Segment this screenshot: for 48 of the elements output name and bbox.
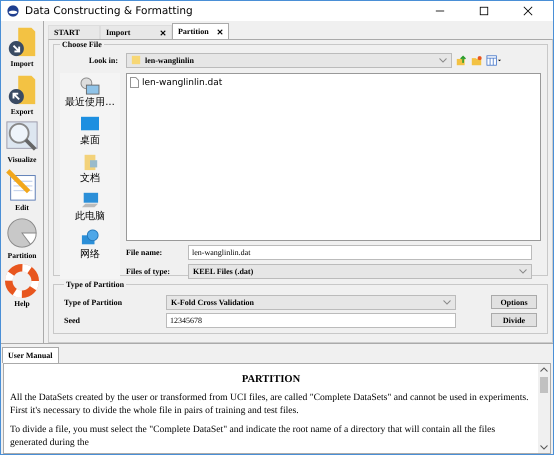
divide-button[interactable]: Divide (491, 313, 537, 327)
manual-paragraph: To divide a file, you must select the "Complete DataSet" and indicate the root name of a directory that will contain all the files generated during the (10, 423, 496, 449)
desktop-icon (79, 115, 101, 133)
options-button[interactable]: Options (491, 295, 537, 309)
place-item[interactable]: 网络 (79, 229, 101, 261)
folder-icon (131, 55, 141, 65)
maximize-icon[interactable] (479, 6, 489, 16)
tab[interactable]: Import (100, 25, 172, 39)
seed-field[interactable]: 12345678 (166, 312, 456, 328)
scroll-up-icon[interactable] (540, 367, 548, 372)
manual-paragraph: All the DataSets created by the user or transformed from UCI files, are called "Complete DataSets" and cannot be used in experiments. First it's necessary to divide the whole file in pairs of training and test files. (10, 391, 530, 417)
place-item[interactable]: 此电脑 (75, 191, 105, 223)
app-logo-icon (7, 5, 19, 17)
view-menu-icon[interactable] (486, 54, 502, 66)
file-item[interactable]: len-wanglinlin.dat (130, 77, 537, 88)
place-item[interactable]: 桌面 (79, 115, 101, 147)
chevron-down-icon (519, 269, 527, 274)
tab[interactable]: Partition (172, 23, 229, 39)
file-type-dropdown[interactable]: KEEL Files (.dat) (188, 264, 532, 279)
group-title: Choose File (61, 40, 103, 49)
window-title: Data Constructing & Formatting (25, 5, 193, 17)
partition-type-dropdown[interactable]: K-Fold Cross Validation (166, 294, 456, 310)
globe-monitor-icon (79, 229, 101, 247)
folder-up-icon[interactable] (456, 54, 467, 66)
lifebuoy-icon (5, 263, 39, 299)
field-label: Look in: (88, 56, 118, 64)
close-icon[interactable] (523, 6, 533, 16)
place-item[interactable]: 文档 (79, 153, 101, 185)
close-icon[interactable] (216, 28, 223, 34)
field-label: File name: (126, 248, 164, 257)
chevron-down-icon (443, 300, 451, 304)
group-title: Type of Partition (65, 280, 126, 289)
file-icon (130, 77, 139, 88)
close-icon[interactable] (160, 30, 166, 36)
new-folder-icon[interactable] (471, 54, 482, 66)
file-name-field[interactable]: len-wanglinlin.dat (188, 245, 532, 260)
scroll-thumb[interactable] (540, 377, 548, 393)
folder-dropdown[interactable]: len-wanglinlin (126, 52, 452, 68)
chevron-down-icon (439, 58, 447, 62)
tab[interactable]: User Manual (2, 347, 59, 363)
place-item[interactable]: 最近使用... (65, 77, 115, 109)
field-label: Files of type: (126, 267, 171, 276)
tab[interactable]: START (48, 25, 100, 39)
field-label: Type of Partition (64, 298, 124, 306)
scrollbar[interactable] (538, 364, 550, 453)
manual-heading: PARTITION (240, 374, 302, 385)
field-label: Seed (64, 316, 81, 324)
scroll-down-icon[interactable] (540, 445, 548, 450)
